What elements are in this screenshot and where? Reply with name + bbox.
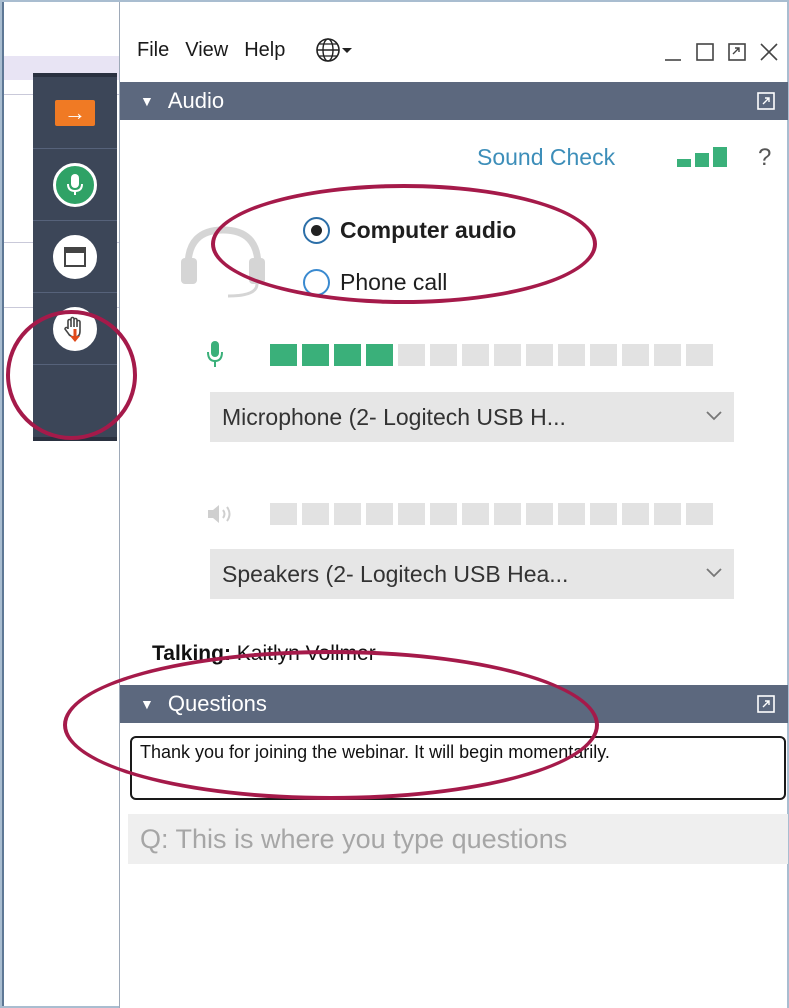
menu-help[interactable]: Help — [244, 39, 285, 62]
microphone-level-meter — [270, 344, 718, 366]
questions-header-label: Questions — [167, 691, 267, 716]
level-segment — [366, 344, 393, 366]
level-segment — [494, 503, 521, 525]
globe-icon — [316, 38, 341, 62]
level-segment — [430, 503, 457, 525]
level-segment — [398, 503, 425, 525]
chevron-down-icon — [706, 568, 722, 578]
talking-name: Kaitlyn Vollmer — [236, 642, 376, 665]
microphone-level-icon — [207, 341, 223, 367]
level-segment — [686, 344, 713, 366]
webinar-control-panel: File View Help ▼ Audio Sound Check ? Com… — [119, 2, 788, 1008]
collapse-triangle-icon: ▼ — [140, 696, 154, 712]
chevron-down-icon — [706, 411, 722, 421]
popout-icon[interactable] — [756, 694, 776, 714]
level-segment — [334, 503, 361, 525]
level-segment — [654, 503, 681, 525]
level-segment — [462, 344, 489, 366]
radio-unselected[interactable] — [303, 269, 330, 296]
audio-header-label: Audio — [167, 88, 225, 113]
menu-bar: File View Help — [120, 30, 788, 70]
microphone-device-value: Microphone (2- Logitech USB H... — [222, 403, 566, 430]
popout-icon[interactable] — [756, 91, 776, 111]
level-segment — [686, 503, 713, 525]
questions-section-header[interactable]: ▼ Questions — [120, 685, 788, 723]
level-segment — [590, 344, 617, 366]
speakers-select[interactable]: Speakers (2- Logitech USB Hea... — [210, 549, 734, 599]
level-segment — [398, 344, 425, 366]
question-input[interactable] — [128, 814, 788, 864]
collapse-panel-button[interactable]: → — [33, 77, 117, 149]
menu-file[interactable]: File — [137, 39, 169, 62]
level-segment — [526, 344, 553, 366]
microphone-icon — [53, 162, 97, 207]
raise-hand-icon — [53, 306, 97, 351]
audio-section-header[interactable]: ▼ Audio — [120, 82, 788, 120]
level-segment — [334, 344, 361, 366]
window-icon — [53, 234, 97, 279]
raise-hand-button[interactable] — [33, 293, 117, 365]
level-segment — [590, 503, 617, 525]
speaker-level-meter — [270, 503, 718, 525]
screen-view-button[interactable] — [33, 221, 117, 293]
audio-help-button[interactable]: ? — [758, 144, 771, 172]
menu-view[interactable]: View — [185, 39, 228, 62]
level-segment — [302, 503, 329, 525]
level-segment — [622, 503, 649, 525]
talking-indicator: Talking: Kaitlyn Vollmer — [152, 642, 376, 666]
collapse-triangle-icon: ▼ — [140, 93, 154, 109]
phone-call-option[interactable]: Phone call — [303, 269, 447, 296]
level-segment — [526, 503, 553, 525]
signal-strength-icon — [677, 147, 727, 167]
level-segment — [302, 344, 329, 366]
level-segment — [270, 503, 297, 525]
control-toolbar: → — [33, 73, 117, 441]
level-segment — [494, 344, 521, 366]
microphone-button[interactable] — [33, 149, 117, 221]
level-segment — [430, 344, 457, 366]
level-segment — [558, 344, 585, 366]
radio-selected[interactable] — [303, 217, 330, 244]
level-segment — [366, 503, 393, 525]
sound-check-link[interactable]: Sound Check — [477, 144, 615, 171]
dropdown-arrow-icon — [342, 48, 353, 53]
headset-icon — [181, 226, 265, 298]
microphone-select[interactable]: Microphone (2- Logitech USB H... — [210, 392, 734, 442]
phone-call-label: Phone call — [340, 269, 448, 295]
arrow-right-icon: → — [55, 99, 95, 126]
level-segment — [654, 344, 681, 366]
talking-label: Talking: — [152, 642, 231, 665]
question-message-log: Thank you for joining the webinar. It wi… — [130, 736, 786, 800]
level-segment — [622, 344, 649, 366]
speakers-device-value: Speakers (2- Logitech USB Hea... — [222, 560, 569, 587]
level-segment — [558, 503, 585, 525]
computer-audio-option[interactable]: Computer audio — [303, 217, 516, 244]
computer-audio-label: Computer audio — [340, 217, 517, 243]
level-segment — [270, 344, 297, 366]
level-segment — [462, 503, 489, 525]
language-menu[interactable] — [315, 37, 353, 63]
speaker-level-icon — [208, 505, 231, 523]
